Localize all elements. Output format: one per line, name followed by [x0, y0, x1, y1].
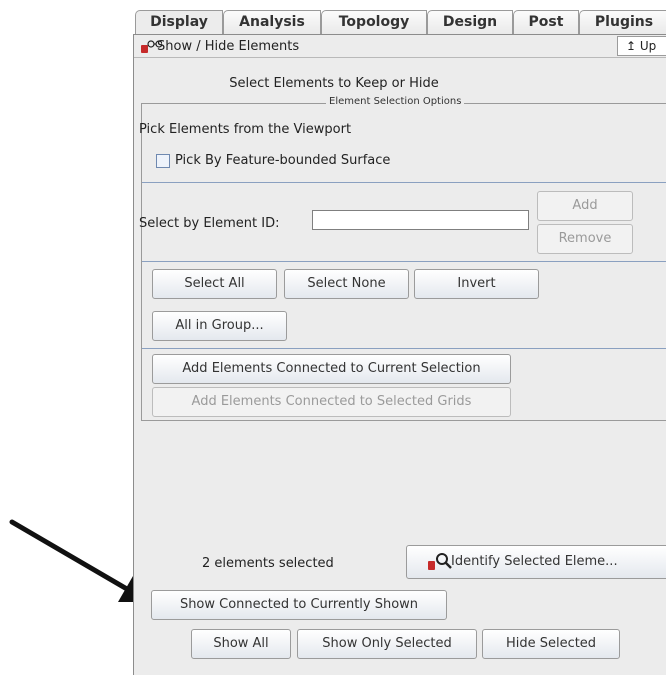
select-none-button[interactable]: Select None	[284, 269, 409, 299]
tab-analysis[interactable]: Analysis	[223, 10, 321, 35]
add-connected-grids-button[interactable]: Add Elements Connected to Selected Grids	[152, 387, 511, 417]
selection-options-legend: Element Selection Options	[326, 96, 465, 107]
add-button[interactable]: Add	[537, 191, 633, 221]
tab-display[interactable]: Display	[135, 10, 223, 35]
identify-selected-label: Identify Selected Eleme...	[451, 554, 618, 569]
pick-by-feature-checkbox[interactable]	[156, 154, 170, 168]
element-id-input[interactable]	[312, 210, 529, 230]
identify-selected-button[interactable]: Identify Selected Eleme...	[406, 545, 666, 579]
tab-post[interactable]: Post	[513, 10, 579, 35]
up-arrow-icon: ↥	[626, 39, 637, 53]
select-by-id-label: Select by Element ID:	[139, 216, 280, 231]
invert-button[interactable]: Invert	[414, 269, 539, 299]
show-only-selected-button[interactable]: Show Only Selected	[297, 629, 477, 659]
show-all-button[interactable]: Show All	[191, 629, 291, 659]
show-hide-panel: Show / Hide Elements ↥ Up Select Element…	[133, 34, 666, 675]
separator-3	[142, 348, 666, 349]
panel-titlebar: Show / Hide Elements ↥ Up	[134, 35, 666, 58]
selected-count: 2 elements selected	[202, 556, 334, 571]
tab-topology[interactable]: Topology	[321, 10, 427, 35]
remove-button[interactable]: Remove	[537, 224, 633, 254]
pick-elements-label: Pick Elements from the Viewport	[139, 122, 352, 137]
tab-plugins[interactable]: Plugins	[579, 10, 666, 35]
all-in-group-button[interactable]: All in Group...	[152, 311, 287, 341]
show-connected-button[interactable]: Show Connected to Currently Shown	[151, 590, 447, 620]
select-all-button[interactable]: Select All	[152, 269, 277, 299]
add-connected-current-button[interactable]: Add Elements Connected to Current Select…	[152, 354, 511, 384]
hide-selected-button[interactable]: Hide Selected	[482, 629, 620, 659]
separator-1	[142, 182, 666, 183]
separator-2	[142, 261, 666, 262]
panel-heading: Select Elements to Keep or Hide	[229, 76, 439, 91]
magnifier-icon	[428, 553, 452, 570]
pick-by-feature-label: Pick By Feature-bounded Surface	[175, 153, 391, 168]
up-label: Up	[639, 39, 657, 53]
tab-design[interactable]: Design	[427, 10, 513, 35]
panel-title: Show / Hide Elements	[157, 39, 300, 54]
up-button[interactable]: ↥ Up	[617, 36, 666, 56]
selection-options-group: Element Selection Options Pick Elements …	[139, 96, 666, 421]
